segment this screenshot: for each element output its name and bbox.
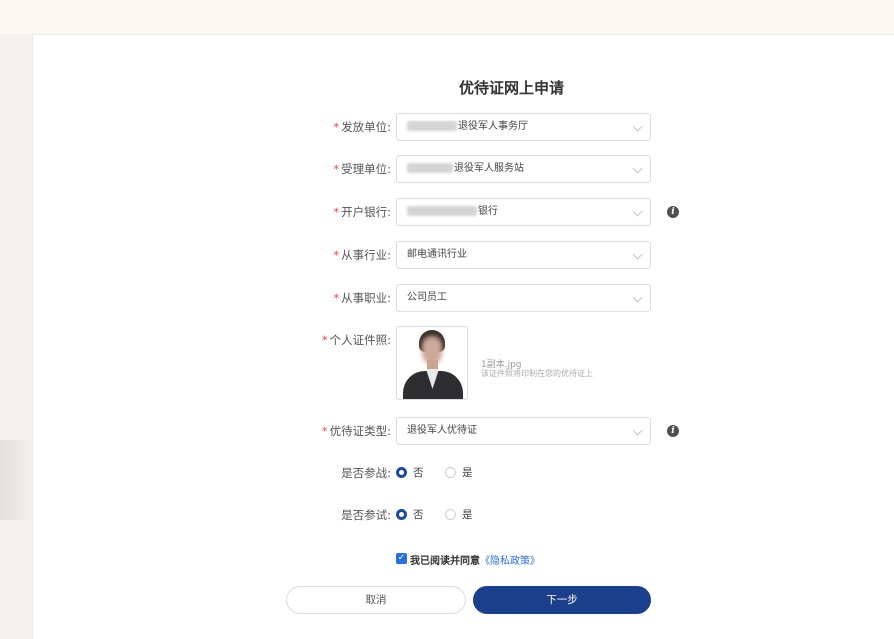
- field-nuclear-test: 是否参试: 否 是: [33, 501, 894, 529]
- industry-label-text: 从事行业:: [341, 248, 391, 262]
- field-issuing-unit: * 发放单位: 退役军人事务厅: [33, 113, 894, 141]
- id-photo-upload[interactable]: [396, 326, 468, 400]
- chevron-down-icon: [632, 292, 643, 303]
- field-accepting-unit: * 受理单位: 退役军人服务站: [33, 155, 894, 183]
- info-icon[interactable]: i: [667, 425, 679, 437]
- cancel-button[interactable]: 取消: [286, 586, 466, 614]
- photo-hint: 该证件照将印制在您的优待证上: [481, 369, 593, 378]
- redacted-text: [407, 121, 457, 131]
- card-type-label-text: 优待证类型:: [329, 424, 391, 438]
- privacy-policy-link[interactable]: 《隐私政策》: [480, 552, 540, 567]
- required-mark: *: [333, 120, 340, 134]
- occupation-value: 公司员工: [407, 292, 447, 303]
- industry-label: * 从事行业:: [333, 241, 391, 269]
- id-photo-label-text: 个人证件照:: [329, 333, 391, 347]
- card-type-value: 退役军人优待证: [407, 425, 477, 436]
- field-id-photo: * 个人证件照: 1副本.jpg 该证件照将印制在您的优待证上: [33, 326, 894, 402]
- info-icon[interactable]: i: [667, 206, 679, 218]
- industry-select[interactable]: 邮电通讯行业: [396, 241, 651, 269]
- radio-unselected-icon: [445, 467, 456, 478]
- radio-label: 否: [413, 509, 424, 521]
- card-type-select[interactable]: 退役军人优待证: [396, 417, 651, 445]
- required-mark: *: [333, 162, 340, 176]
- required-mark: *: [321, 424, 328, 438]
- next-step-button[interactable]: 下一步: [473, 586, 651, 614]
- required-mark: *: [321, 333, 328, 347]
- card-type-label: * 优待证类型:: [322, 417, 391, 445]
- top-banner: [0, 0, 894, 34]
- field-bank: * 开户银行: 银行 i: [33, 198, 894, 226]
- occupation-label-text: 从事职业:: [341, 291, 391, 305]
- field-occupation: * 从事职业: 公司员工: [33, 284, 894, 312]
- radio-selected-icon: [396, 467, 407, 478]
- issuing-unit-label: * 发放单位:: [333, 113, 391, 141]
- page-title: 优待证网上申请: [458, 79, 564, 97]
- chevron-down-icon: [632, 163, 643, 174]
- redacted-text: [407, 163, 453, 173]
- side-shadow: [0, 440, 32, 520]
- radio-label: 是: [462, 509, 473, 521]
- id-photo-label: * 个人证件照:: [322, 326, 391, 354]
- required-mark: *: [333, 205, 340, 219]
- radio-label: 否: [413, 467, 424, 479]
- issuing-unit-select[interactable]: 退役军人事务厅: [396, 113, 651, 141]
- radio-selected-icon: [396, 509, 407, 520]
- nuclear-test-label: 是否参试:: [341, 508, 391, 522]
- war-participation-label: 是否参战:: [341, 466, 391, 480]
- application-form-card: 优待证网上申请 * 发放单位: 退役军人事务厅 * 受理单位: 退役军人服务站 * 开…: [32, 34, 894, 639]
- chevron-down-icon: [632, 121, 643, 132]
- issuing-unit-label-text: 发放单位:: [341, 120, 391, 134]
- accepting-unit-select[interactable]: 退役军人服务站: [396, 155, 651, 183]
- accepting-unit-label-text: 受理单位:: [341, 162, 391, 176]
- required-mark: *: [333, 248, 340, 262]
- field-card-type: * 优待证类型: 退役军人优待证 i: [33, 417, 894, 445]
- bank-label-text: 开户银行:: [341, 205, 391, 219]
- bank-value: 银行: [407, 199, 498, 225]
- chevron-down-icon: [632, 249, 643, 260]
- required-mark: *: [333, 291, 340, 305]
- bank-value-text: 银行: [478, 206, 498, 217]
- radio-label: 是: [462, 467, 473, 479]
- field-war-participation: 是否参战: 否 是: [33, 459, 894, 487]
- industry-value: 邮电通讯行业: [407, 249, 467, 260]
- occupation-select[interactable]: 公司员工: [396, 284, 651, 312]
- accepting-unit-value: 退役军人服务站: [407, 156, 524, 182]
- bank-label: * 开户银行:: [333, 198, 391, 226]
- agreement-text: 我已阅读并同意: [410, 556, 480, 567]
- field-industry: * 从事行业: 邮电通讯行业: [33, 241, 894, 269]
- chevron-down-icon: [632, 425, 643, 436]
- occupation-label: * 从事职业:: [333, 284, 391, 312]
- issuing-unit-value: 退役军人事务厅: [407, 114, 528, 140]
- bank-select[interactable]: 银行: [396, 198, 651, 226]
- accepting-unit-value-text: 退役军人服务站: [454, 163, 524, 174]
- chevron-down-icon: [632, 206, 643, 217]
- checkbox-checked-icon[interactable]: ✓: [396, 553, 407, 564]
- issuing-unit-value-text: 退役军人事务厅: [458, 121, 528, 132]
- redacted-text: [407, 206, 477, 216]
- accepting-unit-label: * 受理单位:: [333, 155, 391, 183]
- photo-neck: [427, 360, 438, 370]
- radio-unselected-icon: [445, 509, 456, 520]
